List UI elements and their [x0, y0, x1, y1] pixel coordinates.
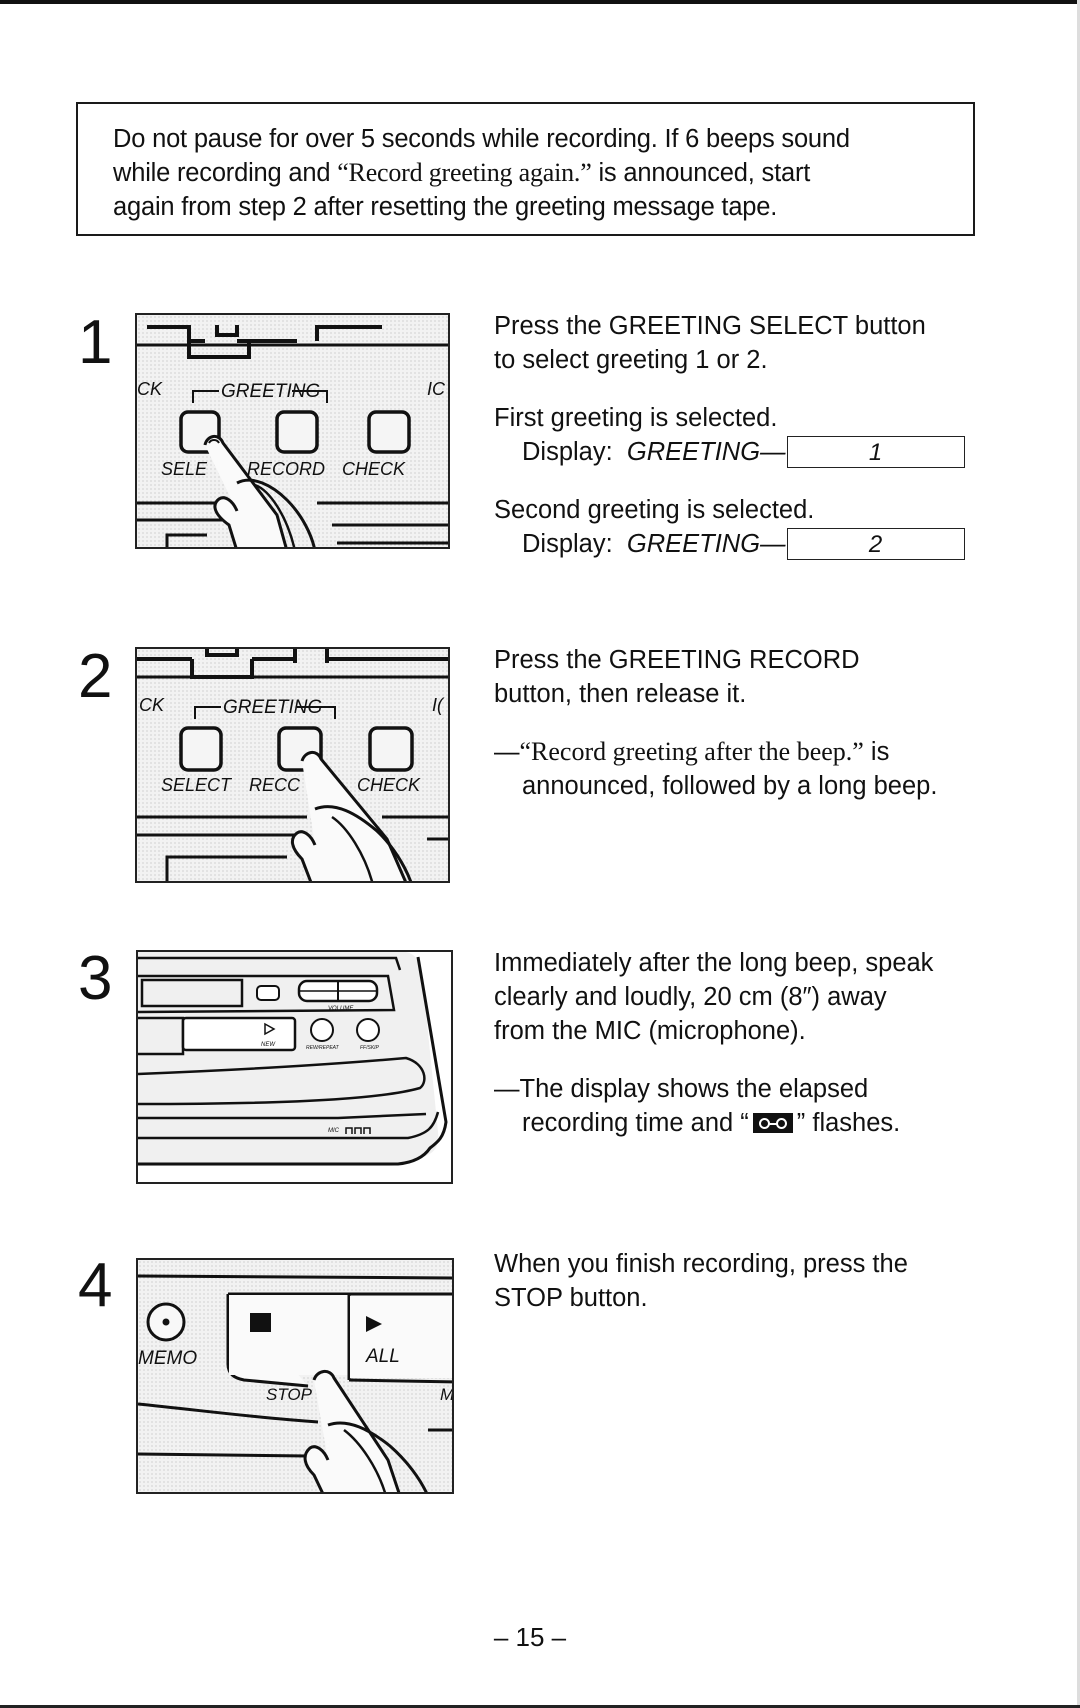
button-label-check: CHECK: [342, 459, 406, 479]
display-word: GREETING—: [626, 438, 786, 466]
step-4-text: When you finish recording, press the STO…: [494, 1247, 994, 1315]
memo-label: MEMO: [138, 1348, 197, 1369]
pointing-hand-icon: [303, 1370, 428, 1492]
step-4-instruction-line-1: When you finish recording, press the: [494, 1250, 908, 1278]
note-post: is: [863, 738, 890, 766]
record-button-drawing: [275, 410, 319, 454]
step-3-note-line-2: recording time and “ ” flashes.: [494, 1106, 994, 1140]
note-dash: —: [494, 738, 520, 766]
display-prefix: Display:: [522, 530, 613, 558]
edge-label-right: I(: [432, 695, 445, 715]
step-2-instruction-line-1: Press the GREETING RECORD: [494, 646, 860, 674]
cassette-tape-icon: [752, 1113, 793, 1133]
step-1-text: Press the GREETING SELECT button to sele…: [494, 309, 994, 561]
first-greeting-label: First greeting is selected.: [494, 404, 778, 432]
answering-machine-drawing: VOLUME NEW REW/REPEAT FF/SKIP MIC: [138, 952, 448, 1166]
step-3-instruction-line-3: from the MIC (microphone).: [494, 1017, 806, 1045]
rew-repeat-label: REW/REPEAT: [306, 1045, 340, 1051]
all-label: ALL: [365, 1346, 400, 1367]
check-button-drawing: [368, 726, 414, 772]
volume-label: VOLUME: [328, 1006, 354, 1012]
notice-box: Do not pause for over 5 seconds while re…: [76, 102, 975, 236]
step-3-note-line-1: —The display shows the elapsed: [494, 1075, 869, 1103]
display-word: GREETING—: [626, 530, 786, 558]
button-label-select: SELECT: [161, 775, 233, 795]
step-2-text: Press the GREETING RECORD button, then r…: [494, 643, 994, 803]
mic-label: MIC: [328, 1128, 340, 1134]
step-3-instruction-line-1: Immediately after the long beep, speak: [494, 949, 934, 977]
step-3-illustration: VOLUME NEW REW/REPEAT FF/SKIP MIC: [136, 950, 453, 1184]
step-1-illustration: CK IC GREETING SELE RECORD CHECK: [135, 313, 450, 549]
page-number: – 15 –: [493, 1622, 567, 1652]
notice-line-1: Do not pause for over 5 seconds while re…: [113, 125, 850, 153]
button-label-check: CHECK: [357, 775, 421, 795]
notice-line-2-post: is announced, start: [591, 159, 811, 187]
display-readout-2: 2: [786, 528, 965, 560]
edge-label-left: CK: [137, 379, 163, 399]
display-prefix: Display:: [522, 438, 613, 466]
step-number-4: 4: [78, 1251, 113, 1320]
notice-line-2: while recording and “Record greeting aga…: [113, 156, 943, 190]
check-button-drawing: [367, 410, 411, 454]
greeting-group-label: GREETING: [221, 381, 320, 402]
step-number-1: 1: [78, 308, 113, 377]
note-pre: recording time and “: [522, 1109, 749, 1137]
stop-square-icon: [250, 1313, 271, 1332]
step-4-illustration: MEMO ALL STOP M: [136, 1258, 454, 1494]
edge-label-m: M: [440, 1385, 454, 1404]
display-readout-1: 1: [786, 436, 965, 468]
ff-skip-button-drawing: [356, 1018, 380, 1042]
button-label-record: RECORD: [247, 459, 325, 479]
step-3-instruction-line-2: clearly and loudly, 20 cm (8″) away: [494, 983, 887, 1011]
step-3-text: Immediately after the long beep, speak c…: [494, 946, 994, 1140]
step-1-instruction-line-2: to select greeting 1 or 2.: [494, 346, 768, 374]
button-label-select: SELE: [161, 459, 208, 479]
announcement-quote: “Record greeting after the beep.”: [519, 737, 864, 766]
note-post: ” flashes.: [796, 1109, 901, 1137]
step-2-illustration: CK I( GREETING SELECT RECC CHECK: [135, 647, 450, 883]
stop-button-panel-drawing: MEMO ALL STOP M: [138, 1274, 454, 1492]
second-greeting-label: Second greeting is selected.: [494, 496, 815, 524]
display-row-1: Display: GREETING— 1: [494, 435, 994, 469]
step-4-instruction-line-2: STOP button.: [494, 1284, 648, 1312]
edge-label-right: IC: [427, 379, 446, 399]
notice-line-3: again from step 2 after resetting the gr…: [113, 193, 778, 221]
step-number-2: 2: [78, 642, 113, 711]
button-label-record: RECC: [249, 775, 301, 795]
greeting-panel-drawing: CK I( GREETING SELECT RECC CHECK: [137, 649, 448, 881]
page-top-edge: [0, 0, 1080, 4]
stop-label: STOP: [266, 1385, 313, 1404]
step-2-note-line-1: —“Record greeting after the beep.” is: [494, 735, 994, 769]
rew-repeat-button-drawing: [310, 1018, 334, 1042]
greeting-group-label: GREETING: [223, 697, 322, 718]
notice-quote: “Record greeting again.”: [337, 158, 592, 187]
display-row-2: Display: GREETING— 2: [494, 527, 994, 561]
step-2-instruction-line-2: button, then release it.: [494, 680, 747, 708]
step-1-instruction-line-1: Press the GREETING SELECT button: [494, 312, 926, 340]
select-button-drawing: [179, 726, 223, 772]
notice-line-2-pre: while recording and: [113, 159, 338, 187]
ff-skip-label: FF/SKIP: [360, 1045, 380, 1051]
new-label: NEW: [261, 1042, 276, 1048]
edge-label-left: CK: [139, 695, 165, 715]
step-number-3: 3: [78, 944, 113, 1013]
step-2-note-line-2: announced, followed by a long beep.: [522, 772, 938, 800]
greeting-panel-drawing: CK IC GREETING SELE RECORD CHECK: [137, 325, 448, 547]
